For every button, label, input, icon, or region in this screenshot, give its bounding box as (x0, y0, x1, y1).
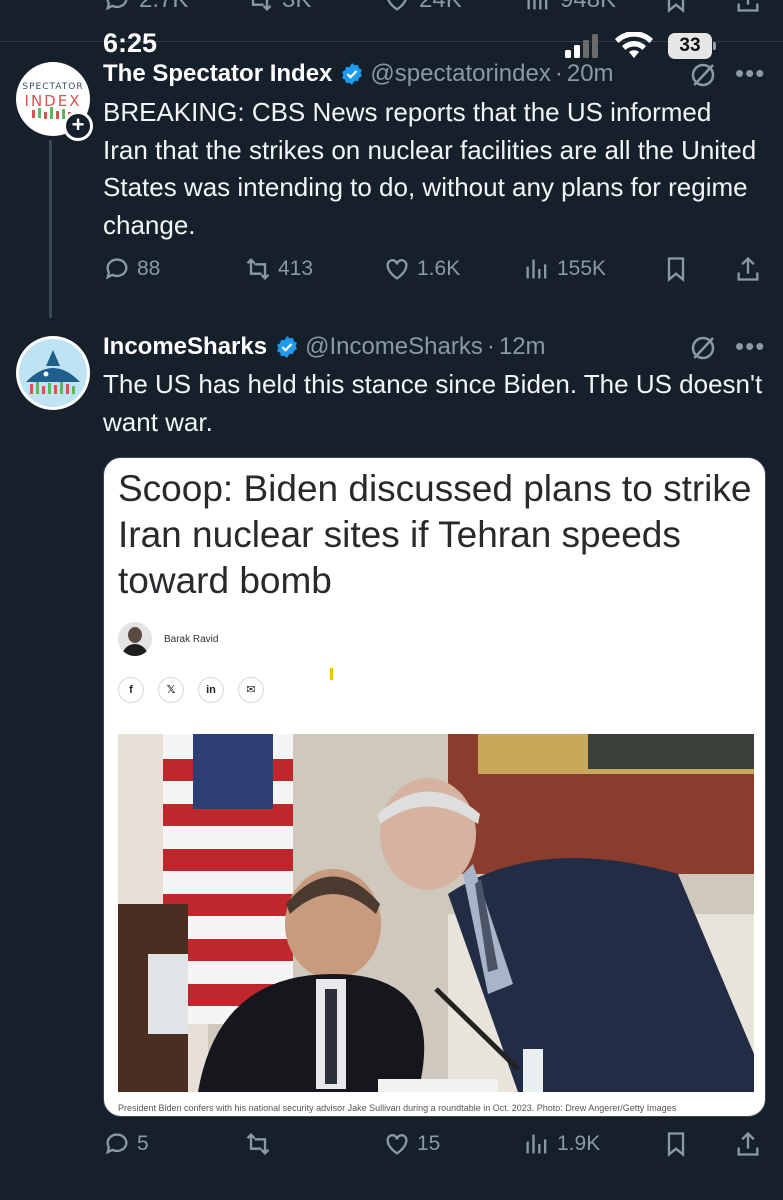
separator-dot: · (554, 60, 563, 87)
bookmark-icon (667, 0, 685, 13)
follow-plus-button[interactable]: + (63, 111, 93, 141)
linkedin-share-icon[interactable]: in (198, 677, 224, 703)
handle[interactable]: @spectatorindex (370, 60, 550, 88)
share-button[interactable] (734, 255, 762, 283)
bookmark-icon (667, 257, 685, 282)
views-button[interactable]: 155K (523, 255, 606, 283)
author-name: Barak Ravid (164, 633, 219, 645)
more-options-icon[interactable]: ••• (735, 58, 765, 89)
share-icon (737, 1131, 759, 1156)
article-photo (118, 734, 754, 1092)
views-count: 1.9K (557, 1132, 601, 1155)
author-head (128, 627, 142, 643)
reply-count: 2.7K (139, 0, 188, 14)
retweet-button[interactable]: 3K (246, 0, 311, 14)
reply-icon (105, 0, 128, 11)
views-icon (527, 0, 548, 10)
author-avatar (118, 622, 152, 656)
like-count: 1.6K (417, 257, 461, 280)
tweet-text: BREAKING: CBS News reports that the US i… (103, 97, 757, 240)
avatar-logo-text-top: SPECTATOR (22, 82, 84, 92)
incomesharks-avatar[interactable] (16, 336, 90, 410)
like-icon (387, 0, 407, 11)
battery-nub (713, 42, 716, 50)
status-time: 6:25 (103, 28, 158, 58)
verified-badge-icon (342, 63, 363, 85)
tweet-actions: 5 15 1.9K (103, 1130, 763, 1166)
grok-icon[interactable] (688, 60, 718, 90)
retweet-icon (246, 258, 270, 280)
author-shoulders (122, 644, 148, 656)
views-count: 155K (557, 257, 607, 280)
battery-indicator: 33 (668, 33, 718, 59)
email-share-icon[interactable]: ✉ (238, 677, 264, 703)
bookmark-icon (667, 1132, 685, 1157)
yellow-marker (330, 668, 333, 680)
wifi-icon (615, 32, 653, 58)
retweet-button[interactable]: 413 (244, 255, 313, 283)
retweet-icon (246, 1133, 270, 1155)
article-card[interactable]: Scoop: Biden discussed plans to strike I… (103, 457, 766, 1117)
facebook-share-icon[interactable]: f (118, 677, 144, 703)
share-icon (737, 0, 759, 12)
reply-count: 5 (137, 1132, 149, 1155)
timestamp[interactable]: 20m (567, 60, 614, 88)
photo-caption: President Biden confers with his nationa… (118, 1103, 677, 1113)
bookmark-button[interactable] (662, 0, 690, 14)
views-icon (526, 1134, 547, 1154)
reply-icon (105, 1133, 128, 1155)
views-button[interactable]: 1.9K (523, 1130, 600, 1158)
share-button[interactable] (734, 1130, 762, 1158)
tweet-actions: 88 413 1.6K 155K (103, 255, 763, 291)
like-icon (386, 259, 408, 280)
previous-tweet-actions: 2.7K 3K 24K 948K (0, 0, 783, 22)
bookmark-button[interactable] (662, 1130, 690, 1158)
timestamp[interactable]: 12m (499, 333, 546, 361)
retweet-count: 413 (278, 257, 314, 280)
reply-count: 88 (137, 257, 161, 280)
x-share-icon[interactable]: 𝕏 (158, 677, 184, 703)
battery-level: 33 (668, 33, 712, 59)
display-name[interactable]: IncomeSharks (103, 333, 267, 361)
shark-logo-icon (19, 339, 87, 407)
reply-icon (105, 258, 128, 280)
like-button[interactable]: 15 (383, 1130, 440, 1158)
reply-button[interactable]: 5 (103, 1130, 149, 1158)
thread-connector-line (49, 140, 52, 318)
cellular-signal-icon (565, 34, 598, 58)
share-button[interactable] (734, 0, 762, 14)
retweet-button[interactable] (244, 1130, 278, 1158)
retweet-icon (251, 0, 272, 11)
retweet-count: 3K (282, 0, 311, 14)
like-button[interactable]: 24K (383, 0, 462, 14)
grok-icon[interactable] (688, 333, 718, 363)
article-share-row: f 𝕏 in ✉ (118, 677, 264, 703)
more-options-icon[interactable]: ••• (735, 331, 765, 362)
handle[interactable]: @IncomeSharks (305, 333, 483, 361)
tweet-header: IncomeSharks @IncomeSharks · 12m (103, 330, 546, 364)
views-icon (526, 259, 547, 279)
like-count: 24K (419, 0, 462, 14)
bookmark-button[interactable] (662, 255, 690, 283)
display-name[interactable]: The Spectator Index (103, 60, 332, 88)
separator-dot: · (486, 333, 495, 360)
views-count: 948K (560, 0, 616, 14)
verified-badge-icon (277, 336, 297, 358)
reply-button[interactable]: 2.7K (103, 0, 188, 14)
like-count: 15 (417, 1132, 441, 1155)
reply-button[interactable]: 88 (103, 255, 160, 283)
views-button[interactable]: 948K (524, 0, 616, 14)
article-byline: Barak Ravid (118, 622, 218, 656)
tweet-text: The US has held this stance since Biden.… (103, 369, 763, 437)
like-button[interactable]: 1.6K (383, 255, 460, 283)
like-icon (386, 1134, 408, 1155)
article-title: Scoop: Biden discussed plans to strike I… (118, 468, 752, 601)
share-icon (737, 256, 759, 281)
tweet-header: The Spectator Index @spectatorindex · 20… (103, 57, 614, 91)
